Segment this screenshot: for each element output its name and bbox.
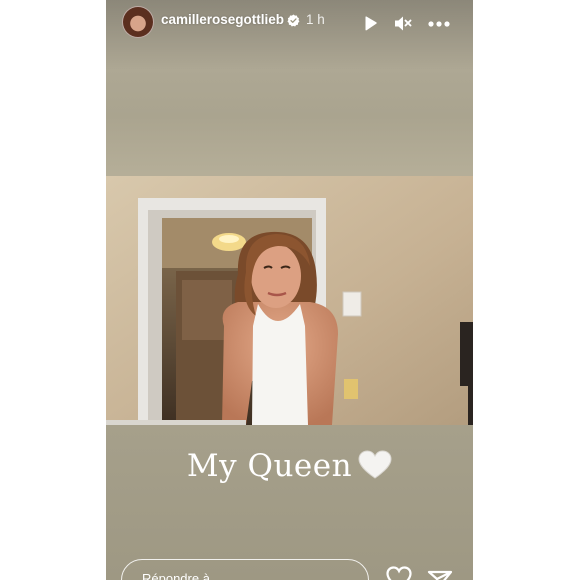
username[interactable]: camillerosegottlieb	[161, 12, 284, 27]
story-photo	[106, 176, 473, 425]
send-icon[interactable]	[427, 570, 453, 580]
reply-input[interactable]: Répondre à	[121, 559, 369, 580]
story-viewer: camillerosegottlieb 1 h My Queen Répondr…	[106, 0, 473, 580]
more-dots-icon[interactable]	[428, 21, 450, 27]
caption-text: My Queen	[186, 448, 353, 484]
muted-speaker-icon[interactable]	[394, 15, 412, 32]
white-heart-emoji-icon	[358, 450, 392, 479]
avatar[interactable]	[122, 6, 154, 38]
story-header: camillerosegottlieb 1 h	[106, 4, 473, 40]
story-caption: My Queen	[106, 448, 473, 484]
play-icon[interactable]	[363, 16, 378, 31]
post-time: 1 h	[306, 12, 325, 27]
verified-badge-icon	[287, 14, 300, 27]
photo-image	[106, 176, 473, 425]
heart-outline-icon[interactable]	[386, 566, 412, 580]
